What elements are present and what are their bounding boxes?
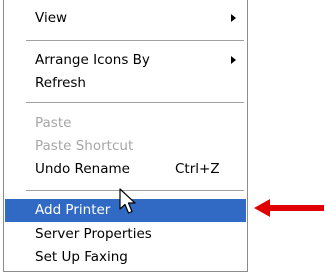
submenu-arrow-icon [231,14,236,22]
red-arrow-icon [254,199,324,217]
menu-item-set-up-faxing[interactable]: Set Up Faxing [5,246,246,269]
menu-item-label: Undo Rename [35,161,130,177]
context-menu: View Arrange Icons By Refresh Paste Past… [3,0,248,272]
menu-item-refresh[interactable]: Refresh [5,72,246,95]
submenu-arrow-icon [231,56,236,64]
menu-item-label: View [35,10,68,26]
menu-item-server-properties[interactable]: Server Properties [5,223,246,246]
menu-item-shortcut: Ctrl+Z [175,161,220,177]
menu-item-label: Paste Shortcut [35,138,134,154]
menu-separator [26,40,244,41]
menu-item-label: Add Printer [35,202,111,218]
menu-item-label: Paste [35,115,72,131]
menu-item-label: Server Properties [35,226,152,242]
menu-item-label: Refresh [35,75,86,91]
menu-separator [26,102,244,103]
mouse-pointer-icon [119,188,136,214]
menu-item-paste: Paste [5,112,246,135]
menu-item-label: Set Up Faxing [35,249,128,265]
menu-item-label: Arrange Icons By [35,52,150,68]
menu-item-view[interactable]: View [5,7,246,30]
menu-item-arrange-icons-by[interactable]: Arrange Icons By [5,49,246,72]
menu-item-paste-shortcut: Paste Shortcut [5,135,246,158]
menu-item-undo-rename[interactable]: Undo Rename Ctrl+Z [5,158,246,181]
